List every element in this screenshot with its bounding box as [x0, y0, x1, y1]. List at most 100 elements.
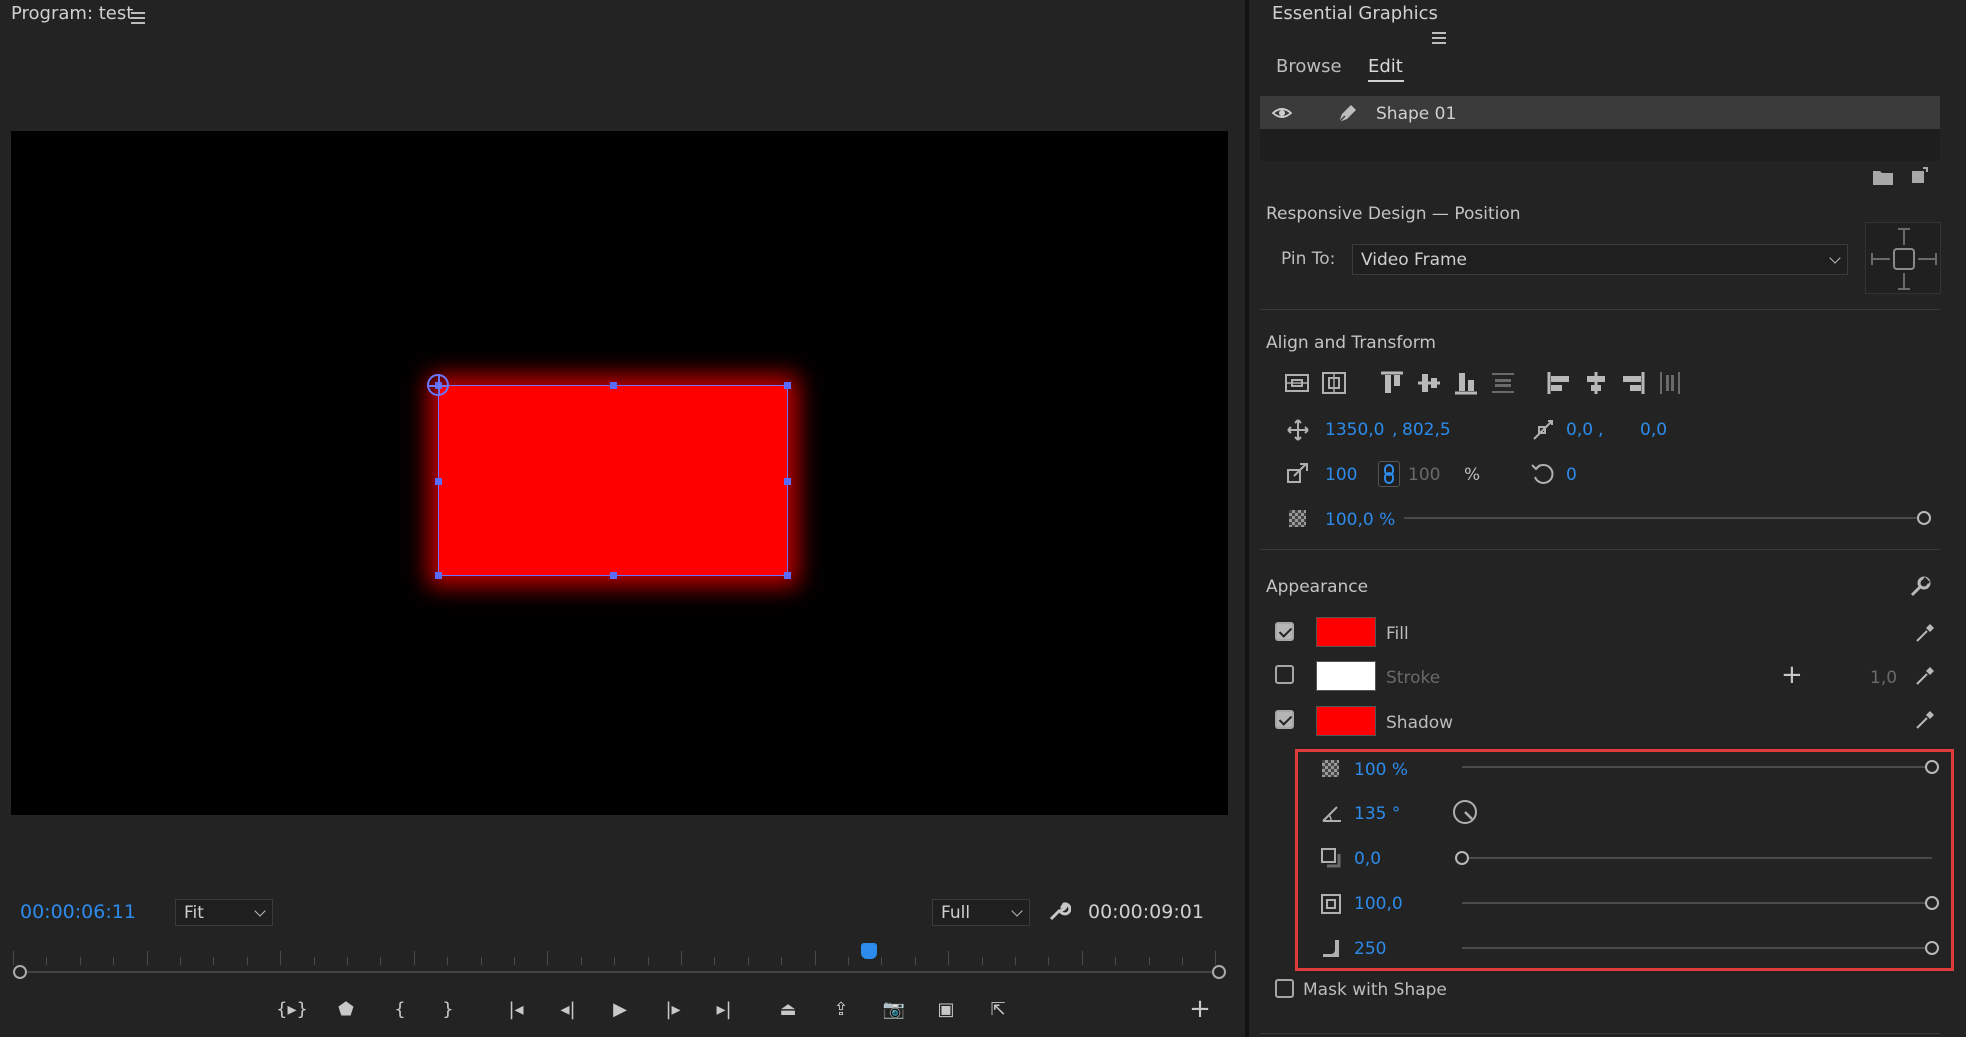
lift-button[interactable]: ⏏ [770, 994, 806, 1024]
shadow-size-knob[interactable] [1925, 896, 1939, 910]
pin-edges-widget[interactable] [1865, 222, 1941, 294]
fill-checkbox[interactable] [1275, 622, 1294, 641]
mark-in-button[interactable]: { [382, 994, 418, 1024]
shadow-distance-icon [1321, 848, 1341, 868]
align-bottom-icon[interactable] [1453, 370, 1479, 396]
layer-row[interactable] [1260, 96, 1940, 129]
pin-to-select[interactable]: Video Frame [1352, 244, 1848, 275]
eyedropper-icon[interactable] [1914, 665, 1936, 687]
align-to-selection-icon[interactable] [1285, 372, 1309, 394]
mark-out-button[interactable]: } [430, 994, 466, 1024]
distribute-horizontal-icon[interactable] [1657, 370, 1683, 396]
shadow-blur-value[interactable]: 250 [1354, 939, 1386, 959]
folder-icon[interactable] [1872, 168, 1894, 186]
mark-in-out-button[interactable]: {▸} [274, 994, 310, 1024]
resize-handle-bottom[interactable] [610, 572, 617, 579]
opacity-slider-track[interactable] [1404, 517, 1924, 519]
position-y[interactable]: 802,5 [1402, 420, 1451, 440]
play-button[interactable]: ▶ [602, 994, 638, 1024]
export-button[interactable]: ⇱ [980, 994, 1016, 1024]
align-vertical-center-icon[interactable] [1416, 370, 1442, 396]
scrub-bar[interactable] [20, 971, 1218, 973]
shadow-distance-value[interactable]: 0,0 [1354, 849, 1381, 869]
ruler-tick [313, 957, 315, 965]
anchor-y[interactable]: 0,0 [1640, 420, 1667, 440]
scrub-end-handle[interactable] [1212, 965, 1226, 979]
shadow-blur-track[interactable] [1462, 947, 1932, 949]
shadow-color-swatch[interactable] [1316, 706, 1376, 736]
divider [1260, 1033, 1940, 1034]
divider [1260, 549, 1940, 550]
align-horizontal-center-icon[interactable] [1583, 370, 1609, 396]
shadow-angle-value[interactable]: 135 ° [1354, 804, 1400, 824]
link-scale-icon[interactable] [1378, 461, 1400, 487]
opacity-slider-knob[interactable] [1917, 511, 1931, 525]
eg-menu-icon[interactable] [1432, 32, 1446, 44]
add-stroke-icon[interactable]: + [1781, 662, 1803, 688]
step-back-button[interactable]: ◂| [550, 994, 586, 1024]
time-ruler[interactable] [13, 945, 1218, 965]
anchor-point-icon[interactable] [427, 374, 449, 396]
angle-dial-icon[interactable] [1452, 799, 1478, 825]
resize-handle-bl[interactable] [435, 572, 442, 579]
resize-handle-top[interactable] [610, 382, 617, 389]
stroke-color-swatch[interactable] [1316, 661, 1376, 691]
shadow-blur-knob[interactable] [1925, 941, 1939, 955]
current-timecode[interactable]: 00:00:06:11 [20, 901, 136, 923]
align-to-frame-icon[interactable] [1322, 372, 1346, 394]
stroke-checkbox[interactable] [1275, 665, 1294, 684]
quality-select[interactable]: Full [932, 899, 1030, 926]
ruler-tick [814, 951, 816, 965]
fill-color-swatch[interactable] [1316, 617, 1376, 647]
resize-handle-right[interactable] [784, 478, 791, 485]
pin-to-value: Video Frame [1361, 249, 1468, 270]
scale-value[interactable]: 100 [1325, 465, 1357, 485]
shadow-opacity-value[interactable]: 100 % [1354, 760, 1408, 780]
shadow-size-value[interactable]: 100,0 [1354, 894, 1403, 914]
extract-button[interactable]: ⇪ [823, 994, 859, 1024]
distribute-vertical-icon[interactable] [1490, 370, 1516, 396]
go-to-out-button[interactable]: ▸| [706, 994, 742, 1024]
resize-handle-br[interactable] [784, 572, 791, 579]
shadow-label: Shadow [1386, 713, 1454, 733]
shadow-distance-knob[interactable] [1455, 851, 1469, 865]
tab-browse[interactable]: Browse [1276, 56, 1342, 77]
add-marker-button[interactable]: ⬟ [328, 994, 364, 1024]
tab-edit[interactable]: Edit [1368, 56, 1403, 77]
align-top-icon[interactable] [1379, 370, 1405, 396]
red-rectangle-shape[interactable] [435, 382, 791, 579]
shadow-distance-track[interactable] [1462, 857, 1932, 859]
wrench-icon[interactable] [1908, 575, 1932, 599]
shadow-checkbox[interactable] [1275, 710, 1294, 729]
add-button-icon[interactable]: + [1187, 994, 1213, 1024]
shadow-opacity-knob[interactable] [1925, 760, 1939, 774]
rotation-value[interactable]: 0 [1566, 465, 1577, 485]
anchor-x[interactable]: 0,0 [1566, 420, 1593, 440]
scrub-start-handle[interactable] [13, 965, 27, 979]
opacity-icon [1289, 510, 1306, 527]
eyedropper-icon[interactable] [1914, 709, 1936, 731]
new-layer-icon[interactable] [1910, 167, 1928, 185]
zoom-select[interactable]: Fit [175, 899, 273, 926]
resize-handle-left[interactable] [435, 478, 442, 485]
eyedropper-icon[interactable] [1914, 622, 1936, 644]
resize-handle-tr[interactable] [784, 382, 791, 389]
shadow-settings-highlight [1295, 749, 1954, 971]
mask-with-shape-checkbox[interactable] [1275, 979, 1294, 998]
align-right-icon[interactable] [1620, 370, 1646, 396]
monitor-menu-icon[interactable] [131, 12, 145, 24]
comparison-view-button[interactable]: ▣ [928, 994, 964, 1024]
eye-icon[interactable] [1271, 103, 1293, 123]
go-to-in-button[interactable]: |◂ [498, 994, 534, 1024]
stroke-width-value: 1,0 [1870, 668, 1898, 688]
export-frame-button[interactable]: 📷 [876, 994, 912, 1024]
shadow-size-track[interactable] [1462, 902, 1932, 904]
opacity-value[interactable]: 100,0 % [1325, 510, 1395, 530]
wrench-icon[interactable] [1047, 899, 1072, 923]
shadow-opacity-track[interactable] [1462, 766, 1932, 768]
align-left-icon[interactable] [1546, 370, 1572, 396]
playhead[interactable] [861, 943, 877, 959]
step-forward-button[interactable]: |▸ [655, 994, 691, 1024]
layer-list-empty [1260, 129, 1940, 161]
position-x[interactable]: 1350,0 [1325, 420, 1384, 440]
